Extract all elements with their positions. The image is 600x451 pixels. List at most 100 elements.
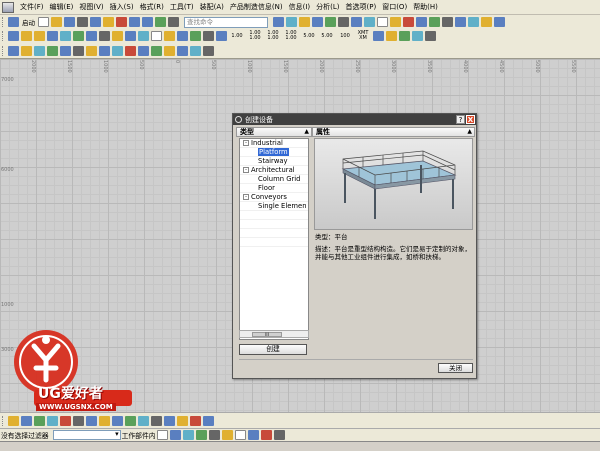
open-folder-icon[interactable] bbox=[51, 17, 62, 27]
menu-insert[interactable]: 插入(S) bbox=[107, 2, 137, 12]
perpendicular-icon[interactable] bbox=[273, 430, 285, 440]
save-icon[interactable] bbox=[64, 17, 75, 27]
pocket-icon[interactable] bbox=[86, 31, 97, 41]
tangent-icon[interactable] bbox=[260, 430, 272, 440]
collapse-tree-icon[interactable]: - bbox=[243, 194, 249, 200]
bounded-grid-icon[interactable] bbox=[164, 415, 175, 426]
create-button[interactable]: 创建 bbox=[239, 344, 307, 355]
cylinder-icon[interactable] bbox=[21, 31, 32, 41]
close-button[interactable]: 关闭 bbox=[438, 363, 473, 373]
trim-icon[interactable] bbox=[216, 31, 227, 41]
equipment-type-tree[interactable]: - Industrial Platform Stairway - Architect… bbox=[239, 138, 309, 340]
collapse-tree-icon[interactable]: - bbox=[243, 140, 249, 146]
unit-button[interactable]: 1.00 1.00 bbox=[249, 31, 261, 41]
paste-icon[interactable] bbox=[103, 17, 114, 27]
boss-icon[interactable] bbox=[73, 31, 84, 41]
snap-icon[interactable] bbox=[429, 17, 440, 27]
block-icon[interactable] bbox=[8, 31, 19, 41]
perspective-icon[interactable] bbox=[338, 17, 349, 27]
help-button[interactable]: ? bbox=[456, 115, 465, 124]
tree-group-conveyors[interactable]: - Conveyors bbox=[240, 193, 308, 202]
arc-center-icon[interactable] bbox=[99, 415, 110, 426]
tree-item-platform[interactable]: Platform bbox=[240, 148, 308, 157]
select-all-icon[interactable] bbox=[21, 415, 32, 426]
intersect-icon[interactable] bbox=[164, 45, 175, 56]
start-icon[interactable] bbox=[8, 17, 19, 27]
command-search-input[interactable]: 查找命令 bbox=[184, 16, 268, 28]
offset-icon[interactable] bbox=[138, 45, 149, 56]
filter-icon[interactable] bbox=[8, 415, 19, 426]
spline-icon[interactable] bbox=[125, 45, 136, 56]
project-icon[interactable] bbox=[151, 45, 162, 56]
tree-item-column-grid[interactable]: Column Grid bbox=[240, 175, 308, 184]
tree-group-industrial[interactable]: - Industrial bbox=[240, 139, 308, 148]
select-curve-icon[interactable] bbox=[221, 430, 233, 440]
export-icon[interactable] bbox=[373, 31, 384, 41]
import-icon[interactable] bbox=[386, 31, 397, 41]
new-file-icon[interactable] bbox=[38, 17, 49, 27]
point-on-face-icon[interactable] bbox=[151, 415, 162, 426]
repeat-command-icon[interactable] bbox=[155, 17, 166, 27]
end-point-icon[interactable] bbox=[47, 415, 58, 426]
collapse-icon[interactable]: ▲ bbox=[304, 128, 309, 136]
selection-icon[interactable] bbox=[8, 45, 19, 56]
layer-icon[interactable] bbox=[390, 17, 401, 27]
fit-icon[interactable] bbox=[286, 17, 297, 27]
scope-dropdown-icon[interactable] bbox=[156, 430, 168, 440]
command-finder-icon[interactable] bbox=[168, 17, 179, 27]
measure-icon[interactable] bbox=[403, 17, 414, 27]
intersection-icon[interactable] bbox=[86, 415, 97, 426]
blend-icon[interactable] bbox=[138, 31, 149, 41]
arc-icon[interactable] bbox=[112, 45, 123, 56]
redo-icon[interactable] bbox=[142, 17, 153, 27]
line-icon[interactable] bbox=[99, 45, 110, 56]
cone-icon[interactable] bbox=[34, 31, 45, 41]
surface-icon[interactable] bbox=[177, 45, 188, 56]
collapse-icon[interactable]: ▲ bbox=[467, 128, 472, 136]
mirror-icon[interactable] bbox=[203, 31, 214, 41]
orient-icon[interactable] bbox=[203, 415, 214, 426]
sphere-icon[interactable] bbox=[47, 31, 58, 41]
rotate-icon[interactable] bbox=[312, 17, 323, 27]
section-icon[interactable] bbox=[455, 17, 466, 27]
unit-button[interactable]: 1.00 1.00 bbox=[285, 31, 297, 41]
shaded-icon[interactable] bbox=[351, 17, 362, 27]
select-edge-icon[interactable] bbox=[208, 430, 220, 440]
csys-icon[interactable] bbox=[60, 45, 71, 56]
shell-icon[interactable] bbox=[164, 31, 175, 41]
type-filter-select[interactable] bbox=[52, 430, 121, 440]
draft-icon[interactable] bbox=[177, 31, 188, 41]
menu-window[interactable]: 窗口(O) bbox=[379, 2, 410, 12]
datum-icon[interactable] bbox=[73, 45, 84, 56]
sketch-icon[interactable] bbox=[481, 17, 492, 27]
grip-icon[interactable] bbox=[412, 31, 423, 41]
collapse-tree-icon[interactable]: - bbox=[243, 167, 249, 173]
unit-button[interactable]: XMT XM bbox=[357, 31, 369, 41]
window-icon[interactable] bbox=[273, 17, 284, 27]
thicken-icon[interactable] bbox=[203, 45, 214, 56]
menu-assembly[interactable]: 装配(A) bbox=[197, 2, 227, 12]
scope-label[interactable]: 工作部件内 bbox=[122, 430, 156, 440]
copy-icon[interactable] bbox=[90, 17, 101, 27]
snap-toggle-icon[interactable] bbox=[169, 430, 181, 440]
groove-icon[interactable] bbox=[125, 31, 136, 41]
menu-information[interactable]: 信息(I) bbox=[286, 2, 314, 12]
menu-pmi[interactable]: 产品制造信息(N) bbox=[227, 2, 286, 12]
plane-icon[interactable] bbox=[47, 45, 58, 56]
curve-icon[interactable] bbox=[86, 45, 97, 56]
menu-format[interactable]: 格式(R) bbox=[137, 2, 167, 12]
sew-icon[interactable] bbox=[190, 45, 201, 56]
pad-icon[interactable] bbox=[99, 31, 110, 41]
tree-group-architectural[interactable]: - Architectural bbox=[240, 166, 308, 175]
cut-icon[interactable] bbox=[77, 17, 88, 27]
select-face-icon[interactable] bbox=[182, 430, 194, 440]
delete-icon[interactable] bbox=[116, 17, 127, 27]
menu-edit[interactable]: 编辑(E) bbox=[47, 2, 77, 12]
quadrant-icon[interactable] bbox=[112, 415, 123, 426]
scrollbar-thumb[interactable]: III bbox=[252, 332, 282, 337]
view-triad-icon[interactable] bbox=[190, 415, 201, 426]
pattern-icon[interactable] bbox=[190, 31, 201, 41]
crosshair-icon[interactable] bbox=[234, 430, 246, 440]
extrude-icon[interactable] bbox=[494, 17, 505, 27]
menu-help[interactable]: 帮助(H) bbox=[410, 2, 441, 12]
